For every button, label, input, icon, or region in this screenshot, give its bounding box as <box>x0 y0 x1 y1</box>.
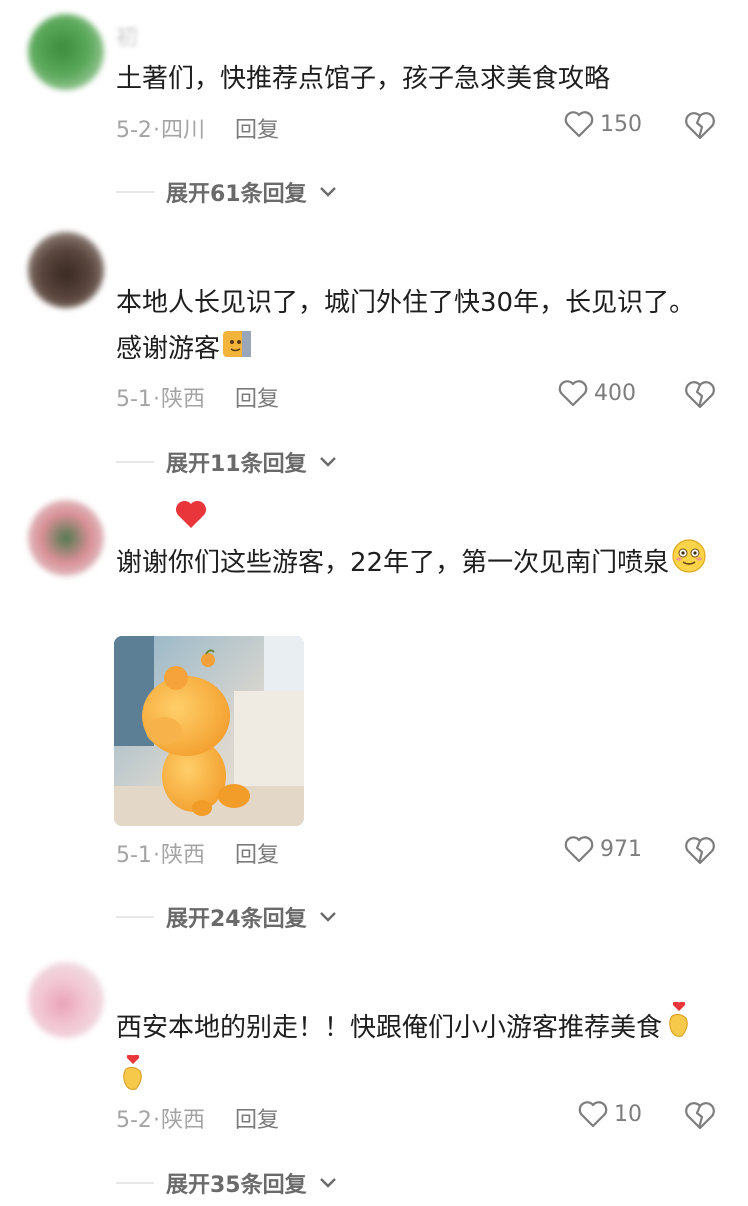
expand-replies-label: 展开35条回复 <box>166 1173 307 1198</box>
like-button[interactable]: 10 <box>578 1100 642 1128</box>
red-heart-icon <box>175 500 207 528</box>
reply-button[interactable]: 回复 <box>235 1108 279 1133</box>
heart-outline-icon <box>564 836 594 863</box>
comment-date: 5-2 <box>116 118 152 143</box>
avatar[interactable] <box>28 500 104 576</box>
broken-heart-icon[interactable] <box>684 110 716 142</box>
comment-text-content: 土著们，快推荐点馆子，孩子急求美食攻略 <box>116 64 611 94</box>
comment-location: 陕西 <box>160 843 205 868</box>
smile-emoji-icon <box>671 538 707 589</box>
chevron-down-icon <box>319 457 336 467</box>
reply-button[interactable]: 回复 <box>235 843 279 868</box>
expand-replies-button[interactable]: 展开11条回复 <box>116 446 337 478</box>
avatar[interactable] <box>28 14 104 90</box>
like-count: 400 <box>594 380 636 406</box>
avatar[interactable] <box>28 962 104 1038</box>
comment-text: 本地人长见识了，城门外住了快30年，长见识了。感谢游客 <box>116 280 716 373</box>
comment-date: 5-2 <box>116 1108 152 1133</box>
comment-text-content: 西安本地的别走！！快跟俺们小小游客推荐美食 <box>116 1013 663 1043</box>
separator: · <box>152 387 160 412</box>
comment-meta: 5-2·陕西 回复 <box>116 1102 279 1134</box>
divider-line <box>116 1182 154 1184</box>
comment-location: 陕西 <box>160 387 205 412</box>
broken-heart-icon[interactable] <box>684 379 716 411</box>
divider-line <box>116 191 154 193</box>
comment-date: 5-1 <box>116 843 152 868</box>
avatar[interactable] <box>28 232 104 308</box>
comment-text: 土著们，快推荐点馆子，孩子急求美食攻略 <box>116 56 716 102</box>
expand-replies-label: 展开24条回复 <box>166 907 307 932</box>
expand-replies-button[interactable]: 展开61条回复 <box>116 176 337 208</box>
like-count: 971 <box>600 836 642 862</box>
separator: · <box>152 118 160 143</box>
comment-location: 陕西 <box>160 1108 205 1133</box>
comment-text: 西安本地的别走！！快跟俺们小小游客推荐美食 <box>116 1000 716 1108</box>
broken-heart-icon[interactable] <box>684 1100 716 1132</box>
chevron-down-icon <box>319 187 336 197</box>
like-button[interactable]: 150 <box>564 110 642 138</box>
like-button[interactable]: 971 <box>564 835 642 863</box>
broken-heart-icon[interactable] <box>684 835 716 867</box>
comment-meta: 5-1·陕西 回复 <box>116 837 279 869</box>
heart-outline-icon <box>558 380 588 407</box>
heart-hands-emoji-icon <box>118 1053 148 1108</box>
expand-replies-label: 展开11条回复 <box>166 452 307 477</box>
comment-date: 5-1 <box>116 387 152 412</box>
chevron-down-icon <box>319 912 336 922</box>
expand-replies-button[interactable]: 展开35条回复 <box>116 1167 337 1199</box>
expand-replies-label: 展开61条回复 <box>166 182 307 207</box>
cat-emoji-icon <box>222 327 252 373</box>
comment-location: 四川 <box>160 118 205 143</box>
comment-meta: 5-2·四川 回复 <box>116 112 279 144</box>
separator: · <box>152 843 160 868</box>
comment-meta: 5-1·陕西 回复 <box>116 381 279 413</box>
username[interactable]: 初 <box>116 20 138 52</box>
comment-text-content: 谢谢你们这些游客，22年了，第一次见南门喷泉 <box>116 548 670 578</box>
heart-hands-emoji-icon <box>664 1000 694 1055</box>
comment-text: 谢谢你们这些游客，22年了，第一次见南门喷泉 <box>116 538 716 589</box>
heart-outline-icon <box>578 1101 608 1128</box>
separator: · <box>152 1108 160 1133</box>
sticker-image[interactable] <box>114 636 304 826</box>
expand-replies-button[interactable]: 展开24条回复 <box>116 901 337 933</box>
like-count: 150 <box>600 111 642 137</box>
divider-line <box>116 461 154 463</box>
reply-button[interactable]: 回复 <box>235 387 279 412</box>
like-button[interactable]: 400 <box>558 379 636 407</box>
bear-sticker-illustration <box>114 636 304 826</box>
divider-line <box>116 916 154 918</box>
comment-text-content: 本地人长见识了，城门外住了快30年，长见识了。感谢游客 <box>116 288 696 364</box>
like-count: 10 <box>614 1101 642 1127</box>
reply-button[interactable]: 回复 <box>235 118 279 143</box>
heart-outline-icon <box>564 111 594 138</box>
chevron-down-icon <box>319 1178 336 1188</box>
